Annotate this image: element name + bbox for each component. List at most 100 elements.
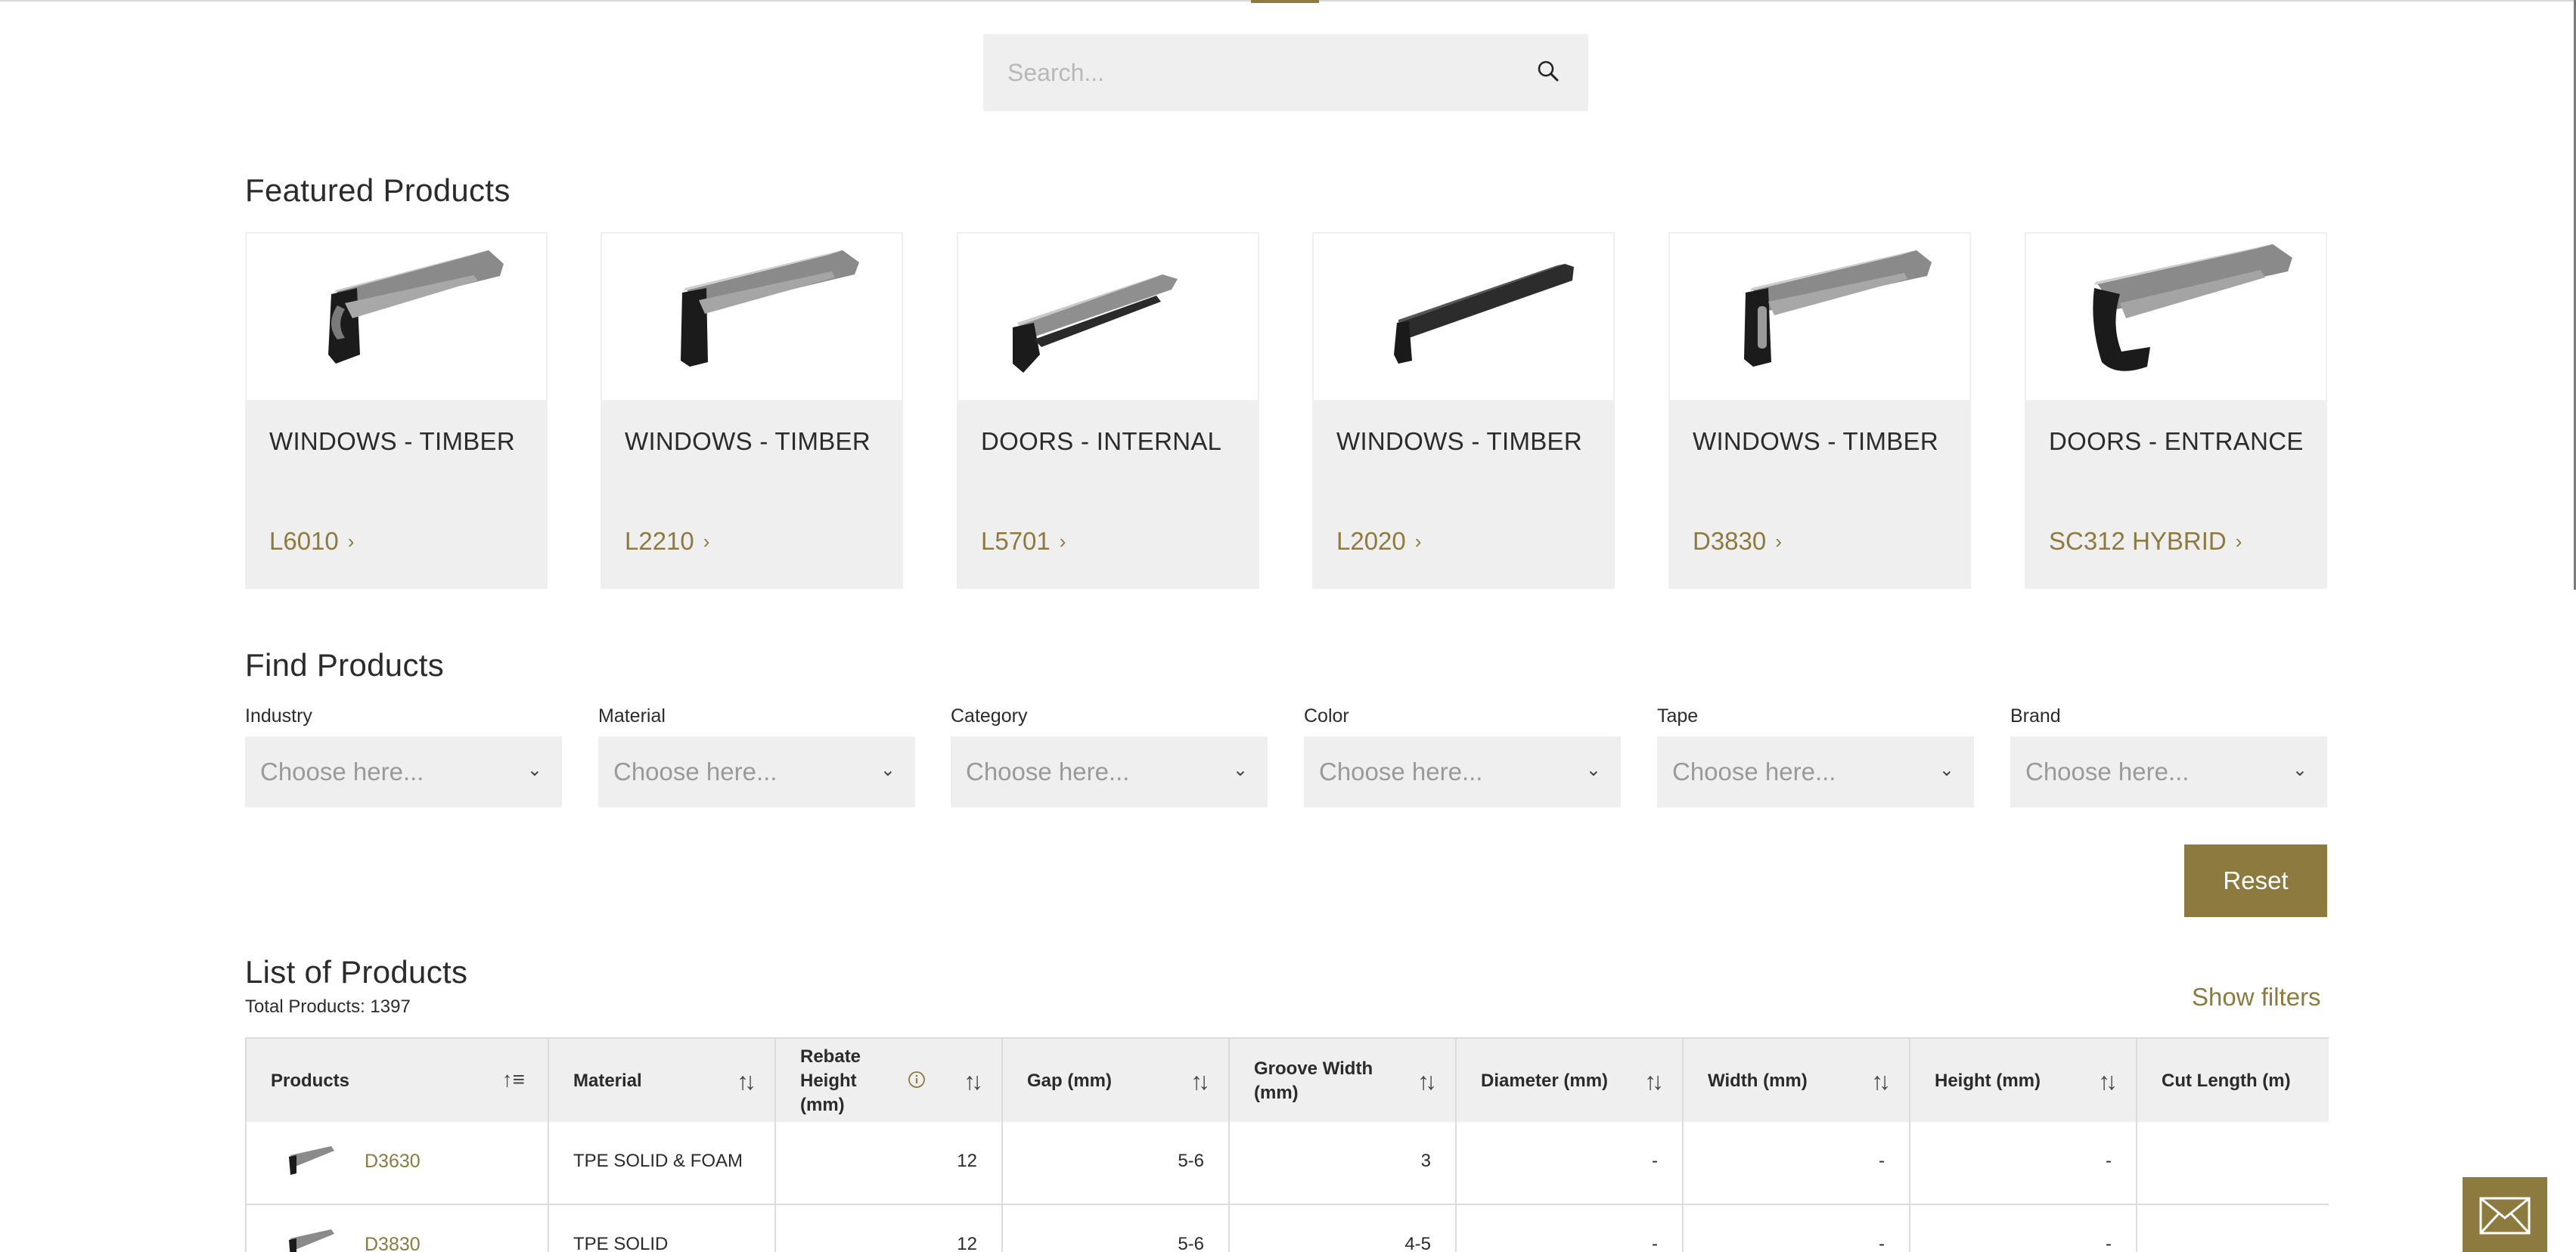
find-products-heading: Find Products: [245, 647, 445, 683]
product-link[interactable]: D3830: [365, 1234, 421, 1252]
product-image: [2026, 234, 2326, 400]
card-product-code: L2020: [1336, 527, 1406, 555]
category-select[interactable]: Choose here... ⌄: [951, 736, 1268, 807]
chevron-down-icon: ⌄: [1585, 760, 1601, 780]
card-product-link[interactable]: D3830 ›: [1693, 527, 1782, 556]
cell-rebate: 12: [776, 1205, 1003, 1252]
total-products-count: Total Products: 1397: [245, 996, 411, 1017]
select-value: Choose here...: [1319, 758, 1483, 786]
info-icon[interactable]: [908, 1071, 926, 1089]
column-header-gap[interactable]: Gap (mm) ↑↓: [1003, 1037, 1230, 1122]
select-value: Choose here...: [966, 758, 1130, 786]
cell-cut-length: [2137, 1122, 2329, 1205]
cell-width: -: [1684, 1122, 1910, 1205]
column-label: Cut Length (m): [2162, 1071, 2291, 1091]
envelope-icon: [2479, 1197, 2531, 1235]
cell-value: -: [1879, 1151, 1885, 1171]
featured-card[interactable]: WINDOWS - TIMBER L2020 ›: [1312, 232, 1615, 589]
column-header-products[interactable]: Products ↑≡: [247, 1037, 549, 1122]
cell-value: 4-5: [1404, 1234, 1431, 1252]
featured-card[interactable]: DOORS - ENTRANCE SC312 HYBRID ›: [2025, 232, 2327, 589]
chevron-down-icon: ⌄: [880, 760, 895, 780]
chevron-right-icon: ›: [1059, 530, 1066, 553]
product-image: [1314, 234, 1613, 400]
featured-card[interactable]: WINDOWS - TIMBER L2210 ›: [601, 232, 903, 589]
column-header-cut-length[interactable]: Cut Length (m) ↑↓: [2137, 1037, 2329, 1122]
chevron-right-icon: ›: [1775, 530, 1782, 553]
list-of-products-heading: List of Products: [245, 954, 468, 990]
select-value: Choose here...: [1672, 758, 1836, 786]
featured-card[interactable]: DOORS - INTERNAL L5701 ›: [957, 232, 1259, 589]
product-thumbnail: [289, 1146, 334, 1175]
industry-select[interactable]: Choose here... ⌄: [245, 736, 562, 807]
search-box: [983, 34, 1588, 111]
product-thumbnail: [289, 1229, 334, 1252]
show-filters-link[interactable]: Show filters: [2192, 983, 2321, 1012]
featured-card[interactable]: WINDOWS - TIMBER L6010 ›: [245, 232, 548, 589]
chevron-down-icon: ⌄: [1938, 760, 1954, 780]
card-product-code: L2210: [625, 527, 694, 555]
product-image: [602, 234, 902, 400]
card-category: DOORS - INTERNAL: [981, 427, 1222, 455]
card-product-link[interactable]: L2020 ›: [1336, 527, 1421, 556]
featured-products-heading: Featured Products: [245, 172, 511, 208]
column-header-material[interactable]: Material ↑↓: [549, 1037, 776, 1122]
cell-value: -: [1652, 1151, 1658, 1171]
cell-cut-length: [2137, 1205, 2329, 1252]
card-product-code: L5701: [981, 527, 1051, 555]
card-product-link[interactable]: L5701 ›: [981, 527, 1066, 556]
column-label: Height (mm): [1935, 1071, 2041, 1091]
tape-select[interactable]: Choose here... ⌄: [1657, 736, 1974, 807]
featured-card[interactable]: WINDOWS - TIMBER D3830 ›: [1668, 232, 1971, 589]
card-product-link[interactable]: SC312 HYBRID ›: [2049, 527, 2242, 556]
product-link[interactable]: D3630: [365, 1151, 421, 1173]
sort-icon[interactable]: ↑↓: [1644, 1068, 1664, 1096]
cell-height: -: [1910, 1205, 2137, 1252]
cell-value: 5-6: [1178, 1234, 1204, 1252]
cell-value: 3: [1420, 1151, 1431, 1171]
card-product-code: D3830: [1693, 527, 1767, 555]
column-header-height[interactable]: Height (mm) ↑↓: [1910, 1037, 2137, 1122]
cell-groove: 4-5: [1230, 1205, 1457, 1252]
card-product-link[interactable]: L2210 ›: [625, 527, 709, 556]
cell-value: -: [2106, 1151, 2112, 1171]
material-select[interactable]: Choose here... ⌄: [598, 736, 915, 807]
cell-product: D3830: [247, 1205, 549, 1252]
card-category: WINDOWS - TIMBER: [625, 427, 871, 455]
column-header-rebate-height[interactable]: Rebate Height (mm) ↑↓: [776, 1037, 1003, 1122]
cell-material: TPE SOLID: [549, 1205, 776, 1252]
table-row[interactable]: D3630 TPE SOLID & FOAM 12 5-6 3 - - -: [247, 1122, 2329, 1205]
brand-select[interactable]: Choose here... ⌄: [2010, 736, 2327, 807]
card-product-link[interactable]: L6010 ›: [269, 527, 354, 556]
table-row[interactable]: D3830 TPE SOLID 12 5-6 4-5 - - -: [247, 1205, 2329, 1252]
cell-material: TPE SOLID & FOAM: [549, 1122, 776, 1205]
active-nav-indicator: [1251, 0, 1319, 3]
column-label: Products: [271, 1071, 350, 1091]
cell-value: -: [1879, 1234, 1885, 1252]
chevron-down-icon: ⌄: [526, 760, 542, 780]
column-label: Gap (mm): [1027, 1071, 1113, 1091]
sort-icon[interactable]: ↑↓: [1417, 1068, 1437, 1096]
cell-groove: 3: [1230, 1122, 1457, 1205]
column-header-width[interactable]: Width (mm) ↑↓: [1684, 1037, 1910, 1122]
column-label: Groove Width (mm): [1254, 1058, 1373, 1103]
cell-value: TPE SOLID: [573, 1234, 669, 1252]
reset-button[interactable]: Reset: [2184, 844, 2327, 917]
column-header-diameter[interactable]: Diameter (mm) ↑↓: [1457, 1037, 1684, 1122]
search-icon[interactable]: [1532, 56, 1566, 89]
card-category: DOORS - ENTRANCE: [2049, 427, 2304, 455]
sort-icon[interactable]: ↑↓: [1190, 1068, 1210, 1096]
cell-value: TPE SOLID & FOAM: [573, 1151, 743, 1171]
sort-icon[interactable]: ↑↓: [964, 1068, 983, 1096]
search-input[interactable]: [983, 34, 1513, 111]
column-header-groove-width[interactable]: Groove Width (mm) ↑↓: [1230, 1037, 1457, 1122]
sort-active-icon[interactable]: ↑≡: [502, 1068, 525, 1092]
contact-mail-button[interactable]: [2463, 1177, 2547, 1252]
sort-icon[interactable]: ↑↓: [737, 1068, 756, 1096]
color-select[interactable]: Choose here... ⌄: [1304, 736, 1621, 807]
sort-icon[interactable]: ↑↓: [2098, 1068, 2118, 1096]
product-image: [247, 234, 546, 400]
sort-icon[interactable]: ↑↓: [1871, 1068, 1891, 1096]
cell-gap: 5-6: [1003, 1122, 1230, 1205]
cell-value: 12: [957, 1234, 977, 1252]
